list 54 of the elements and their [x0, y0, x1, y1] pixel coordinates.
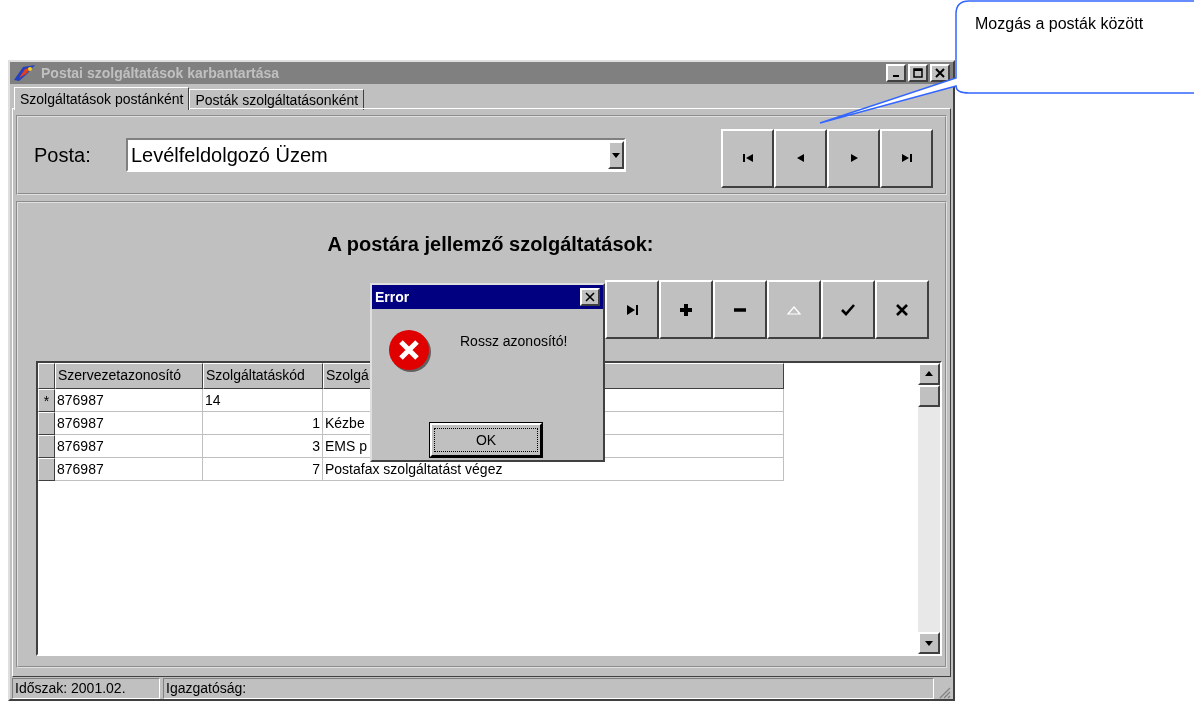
navigator-button[interactable] — [721, 128, 774, 188]
scroll-thumb[interactable] — [918, 385, 940, 407]
table-cell: 1 — [203, 412, 323, 435]
table-cell: 3 — [203, 435, 323, 458]
column-header[interactable]: Szervezetazonosító — [55, 363, 203, 389]
table-cell: 876987 — [55, 389, 203, 412]
close-icon — [585, 292, 595, 302]
navigator-button[interactable] — [880, 128, 933, 188]
navigator-button[interactable] — [827, 128, 880, 188]
resize-grip-icon[interactable] — [937, 685, 951, 699]
minimize-icon — [893, 75, 899, 77]
close-button[interactable] — [580, 288, 600, 306]
maximize-icon — [913, 68, 923, 78]
minimize-button[interactable] — [886, 64, 906, 82]
row-indicator[interactable] — [38, 412, 55, 435]
app-icon — [13, 64, 37, 82]
scroll-up-icon — [924, 369, 934, 379]
table-cell: 7 — [203, 458, 323, 481]
table-cell: 876987 — [55, 435, 203, 458]
table-cell: 14 — [203, 389, 323, 412]
close-button[interactable] — [930, 64, 950, 82]
error-icon — [388, 329, 432, 373]
ok-button[interactable]: OK — [430, 423, 542, 457]
scroll-down-icon — [924, 638, 934, 648]
navigator-button[interactable] — [774, 128, 827, 188]
skip-back-icon — [740, 153, 755, 163]
dropdown-arrow-icon — [611, 150, 621, 160]
tab[interactable]: Posták szolgáltatásonként — [189, 89, 365, 110]
callout-text: Mozgás a posták között — [975, 14, 1145, 34]
navigator-button[interactable] — [767, 280, 821, 339]
navigator-button[interactable] — [659, 280, 713, 339]
tab[interactable]: Szolgáltatások postánként — [14, 87, 190, 110]
posta-label: Posta: — [34, 143, 92, 167]
dialog-title: Error — [375, 289, 410, 305]
navigator-button[interactable] — [605, 280, 659, 339]
posta-combobox[interactable]: Levélfeldolgozó Üzem — [126, 138, 626, 172]
status-panel: Időszak: 2001.02. — [12, 678, 160, 699]
maximize-button[interactable] — [908, 64, 928, 82]
close-icon — [935, 68, 945, 78]
section-heading: A postára jellemző szolgáltatások: — [326, 233, 655, 256]
skip-forward-icon — [899, 153, 914, 163]
column-header[interactable]: Szolgáltatáskód — [203, 363, 323, 389]
navigator-button[interactable] — [713, 280, 767, 339]
table-cell: 876987 — [55, 458, 203, 481]
error-message: Rossz azonosító! — [460, 333, 568, 349]
scrollbar[interactable] — [918, 363, 940, 654]
window-title: Postai szolgáltatások karbantartása — [41, 65, 281, 81]
navigator-button[interactable] — [875, 280, 929, 339]
row-indicator[interactable] — [38, 435, 55, 458]
navigator-button[interactable] — [821, 280, 875, 339]
row-indicator[interactable] — [38, 458, 55, 481]
row-indicator[interactable]: * — [38, 389, 55, 412]
status-panel: Igazgatóság: — [163, 678, 934, 699]
table-cell: 876987 — [55, 412, 203, 435]
